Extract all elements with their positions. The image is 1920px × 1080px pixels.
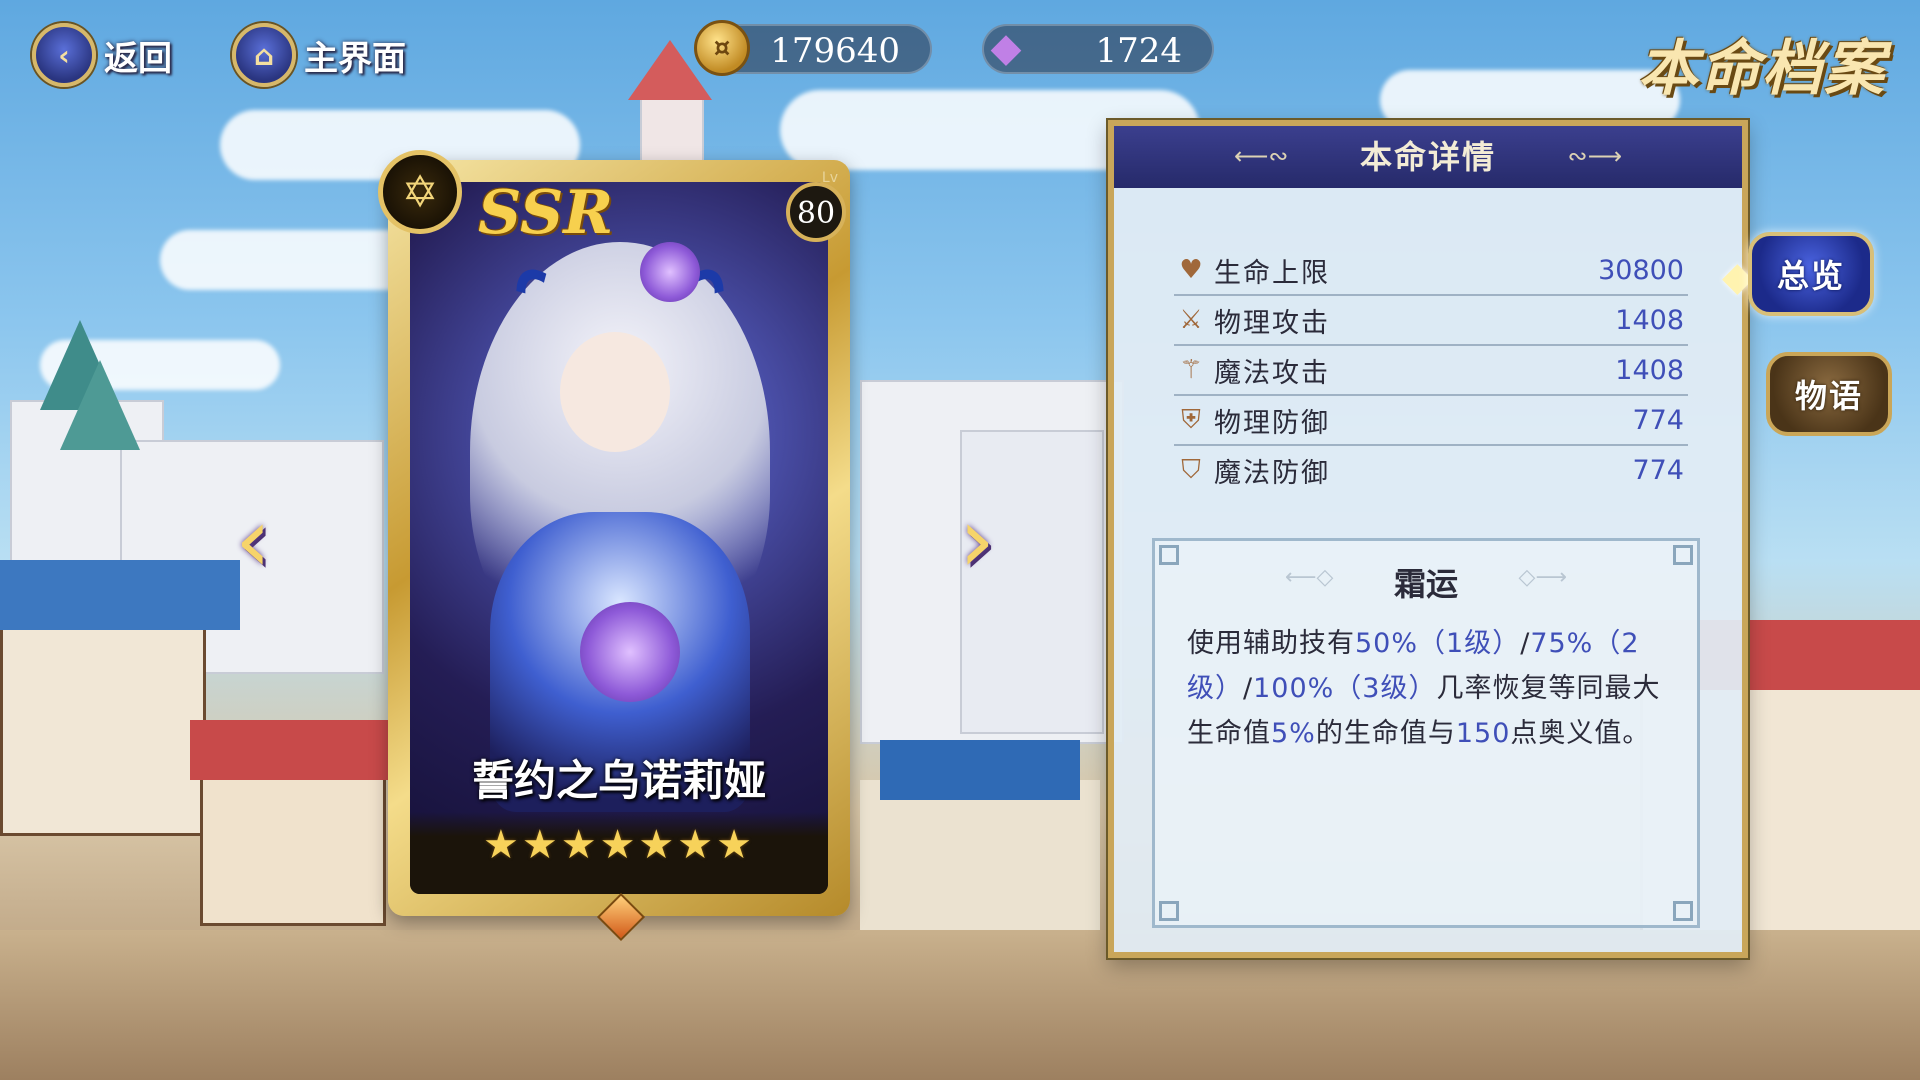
stat-value: 30800 xyxy=(1598,254,1684,286)
star-rating: ★★★★★★★ xyxy=(482,822,755,868)
skill-value: 150 xyxy=(1455,718,1511,749)
stat-value: 1408 xyxy=(1615,304,1684,336)
skill-value: 50%（1级） xyxy=(1355,628,1521,659)
level-badge: Lv 80 xyxy=(786,170,846,242)
stat-row-physical-attack: ⚔ 物理攻击 1408 xyxy=(1174,296,1688,346)
level-value: 80 xyxy=(796,196,836,231)
chevron-left-icon: ‹ xyxy=(235,487,271,593)
home-label: 主界面 xyxy=(304,38,406,79)
prev-character-button[interactable]: ‹ xyxy=(218,488,288,593)
ornament-left-icon: ⟵∾ xyxy=(1234,142,1289,170)
stat-value: 1408 xyxy=(1615,354,1684,386)
skill-text: 点奥义值。 xyxy=(1510,718,1651,749)
sword-icon: ⚔ xyxy=(1179,305,1203,335)
skill-text: 的生命值与 xyxy=(1315,718,1456,749)
heart-icon: ♥ xyxy=(1179,255,1203,285)
level-prefix: Lv xyxy=(821,170,838,186)
skill-value: 100%（3级） xyxy=(1253,673,1437,704)
stat-value: 774 xyxy=(1632,404,1684,436)
skill-description: 使用辅助技有50%（1级）/75%（2级）/100%（3级）几率恢复等同最大生命… xyxy=(1187,621,1677,756)
chevron-right-icon: › xyxy=(959,487,995,593)
back-label: 返回 xyxy=(104,38,172,79)
skill-text: 使用辅助技有 xyxy=(1187,628,1355,659)
stat-name: 物理攻击 xyxy=(1214,307,1330,339)
skill-value: 5% xyxy=(1271,718,1316,749)
page-title: 本命档案 xyxy=(1638,34,1886,104)
gold-coin-icon: ¤ xyxy=(694,20,750,76)
gem-counter: ◆ 1724 xyxy=(982,24,1214,74)
stat-name: 魔法防御 xyxy=(1214,457,1330,489)
panel-title: 本命详情 xyxy=(1359,138,1496,176)
stat-row-magic-defense: ⛉ 魔法防御 774 xyxy=(1174,446,1688,494)
stat-row-physical-defense: ⛨ 物理防御 774 xyxy=(1174,396,1688,446)
stat-value: 774 xyxy=(1632,454,1684,486)
staff-icon: ⚚ xyxy=(1179,355,1203,385)
shield-icon: ⛨ xyxy=(1181,404,1201,435)
home-icon: ⌂ xyxy=(232,23,296,87)
gem-value: 1724 xyxy=(1095,31,1182,71)
skill-title: 霜运 xyxy=(1393,565,1458,603)
skill-text: / xyxy=(1520,628,1531,659)
tab-story[interactable]: 物语 xyxy=(1766,352,1892,436)
magic-shield-icon: ⛉ xyxy=(1181,454,1201,485)
stat-name: 生命上限 xyxy=(1214,257,1330,289)
character-card[interactable]: 誓约之乌诺莉娅 ★★★★★★★ SSR ✡ Lv 80 xyxy=(378,150,850,942)
stat-row-hp: ♥ 生命上限 30800 xyxy=(1174,246,1688,296)
ornament-right-icon: ∾⟶ xyxy=(1567,142,1622,170)
star-emblem-icon: ✡ xyxy=(378,150,462,234)
gold-counter: ¤ 179640 xyxy=(694,20,932,76)
tab-overview[interactable]: 总览 xyxy=(1748,232,1874,316)
rarity-label: SSR xyxy=(478,178,614,248)
character-name: 誓约之乌诺莉娅 xyxy=(471,756,766,805)
gold-value: 179640 xyxy=(770,31,900,71)
stat-name: 魔法攻击 xyxy=(1214,357,1330,389)
back-button[interactable]: ‹ 返回 xyxy=(32,23,172,87)
stat-name: 物理防御 xyxy=(1214,407,1330,439)
next-character-button[interactable]: › xyxy=(942,488,1012,593)
skill-box: ⟵◇ 霜运 ◇⟶ 使用辅助技有50%（1级）/75%（2级）/100%（3级）几… xyxy=(1152,538,1700,928)
panel-header: ⟵∾ 本命详情 ∾⟶ xyxy=(1114,126,1742,188)
back-arrow-icon: ‹ xyxy=(32,23,96,87)
character-art: 誓约之乌诺莉娅 ★★★★★★★ xyxy=(410,182,828,894)
stat-row-magic-attack: ⚚ 魔法攻击 1408 xyxy=(1174,346,1688,396)
ornament-right-icon: ◇⟶ xyxy=(1518,565,1567,590)
detail-panel: ⟵∾ 本命详情 ∾⟶ ♥ 生命上限 30800 ⚔ 物理攻击 1408 ⚚ 魔法… xyxy=(1108,120,1748,958)
gem-icon: ◆ xyxy=(990,25,1022,71)
home-button[interactable]: ⌂ 主界面 xyxy=(232,23,406,87)
skill-text: / xyxy=(1243,673,1254,704)
